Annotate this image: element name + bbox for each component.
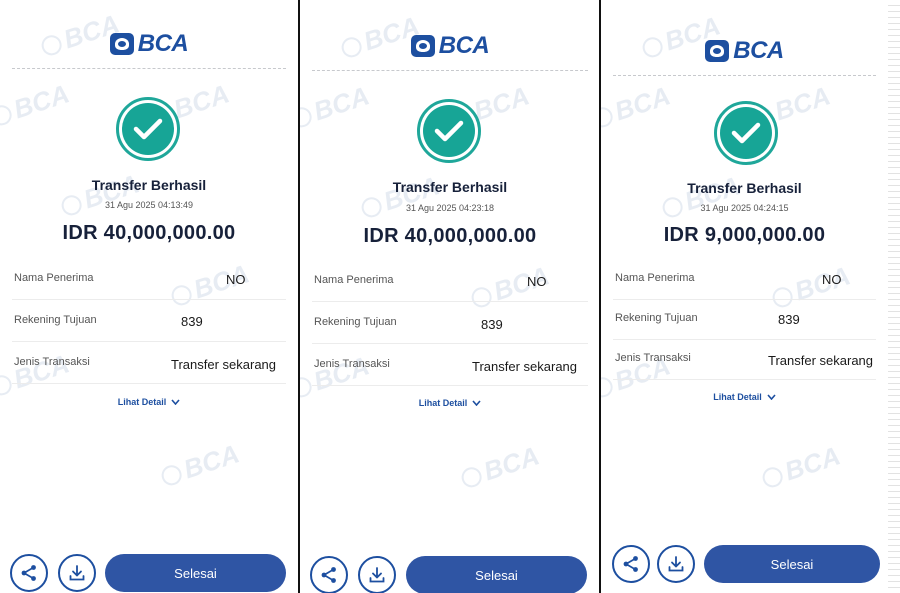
transfer-amount: IDR 9,000,000.00 — [663, 224, 826, 246]
watermark: BCA — [0, 78, 73, 132]
view-detail-link[interactable]: Lihat Detail — [0, 397, 298, 407]
page-edge — [888, 0, 900, 593]
status-title: Transfer Berhasil — [687, 180, 802, 196]
chevron-down-icon — [171, 399, 180, 405]
share-icon — [321, 567, 336, 583]
detail-row-recipient: Nama Penerima NO — [12, 260, 286, 300]
chevron-down-icon — [767, 394, 776, 400]
row-label: Nama Penerima — [14, 272, 94, 284]
transaction-timestamp: 31 Agu 2025 04:23:18 — [405, 203, 495, 213]
download-button[interactable] — [657, 545, 695, 583]
detail-row-account: Rekening Tujuan 839 — [613, 300, 876, 340]
row-label: Jenis Transaksi — [14, 356, 90, 368]
divider — [613, 75, 876, 76]
watermark: BCA — [157, 438, 243, 492]
divider — [12, 68, 286, 69]
row-value: NO — [822, 272, 842, 287]
row-value: NO — [527, 274, 547, 289]
share-button[interactable] — [612, 545, 650, 583]
download-icon — [369, 567, 385, 583]
share-button[interactable] — [310, 556, 348, 593]
success-check-icon — [116, 97, 180, 161]
row-value: 839 — [181, 314, 203, 329]
bca-logo: BCA — [300, 32, 600, 60]
detail-row-type: Jenis Transaksi Transfer sekarang — [613, 340, 876, 380]
row-label: Rekening Tujuan — [615, 312, 698, 324]
detail-row-recipient: Nama Penerima NO — [613, 260, 876, 300]
watermark: BCA — [758, 440, 844, 494]
status-title: Transfer Berhasil — [91, 177, 207, 193]
transaction-timestamp: 31 Agu 2025 04:13:49 — [104, 200, 194, 210]
row-label: Nama Penerima — [615, 272, 695, 284]
download-icon — [69, 565, 85, 581]
success-check-icon — [417, 99, 481, 163]
share-icon — [623, 556, 638, 572]
receipt-screen-1: BCA BCA BCA BCA BCA BCA BCA BCA Transfer… — [0, 0, 298, 593]
chevron-down-icon — [472, 400, 481, 406]
success-check-icon — [714, 101, 778, 165]
transaction-timestamp: 31 Agu 2025 04:24:15 — [700, 203, 789, 213]
transfer-amount: IDR 40,000,000.00 — [363, 225, 537, 247]
finish-button[interactable]: Selesai — [704, 545, 880, 583]
row-label: Jenis Transaksi — [615, 352, 691, 364]
download-icon — [668, 556, 684, 572]
bca-logo: BCA — [601, 37, 888, 65]
view-detail-link[interactable]: Lihat Detail — [601, 392, 888, 402]
row-value: 839 — [778, 312, 800, 327]
row-label: Nama Penerima — [314, 274, 394, 286]
watermark: BCA — [658, 170, 744, 224]
detail-row-type: Jenis Transaksi Transfer sekarang — [12, 344, 286, 384]
row-value: NO — [226, 272, 246, 287]
detail-row-account: Rekening Tujuan 839 — [12, 302, 286, 342]
detail-row-type: Jenis Transaksi Transfer sekarang — [312, 346, 588, 386]
row-label: Rekening Tujuan — [14, 314, 97, 326]
row-value: 839 — [481, 317, 503, 332]
bca-logo: BCA — [0, 30, 298, 58]
watermark: BCA — [601, 80, 674, 134]
share-button[interactable] — [10, 554, 48, 592]
finish-button[interactable]: Selesai — [406, 556, 587, 593]
row-label: Jenis Transaksi — [314, 358, 390, 370]
view-detail-link[interactable]: Lihat Detail — [300, 398, 600, 408]
row-value: Transfer sekarang — [768, 353, 874, 368]
download-button[interactable] — [358, 556, 396, 593]
watermark: BCA — [457, 440, 543, 494]
status-title: Transfer Berhasil — [392, 179, 508, 195]
share-icon — [21, 565, 36, 581]
finish-button[interactable]: Selesai — [105, 554, 286, 592]
divider — [312, 70, 588, 71]
receipt-screen-3: BCA BCA BCA BCA BCA BCA BCA BCA Transfer… — [601, 0, 888, 593]
detail-row-account: Rekening Tujuan 839 — [312, 304, 588, 344]
row-value: Transfer sekarang — [472, 359, 578, 374]
row-label: Rekening Tujuan — [314, 316, 397, 328]
download-button[interactable] — [58, 554, 96, 592]
transfer-amount: IDR 40,000,000.00 — [62, 222, 236, 244]
receipt-screen-2: BCA BCA BCA BCA BCA BCA BCA BCA Transfer… — [300, 0, 600, 593]
detail-row-recipient: Nama Penerima NO — [312, 262, 588, 302]
row-value: Transfer sekarang — [171, 357, 277, 372]
watermark: BCA — [300, 80, 373, 134]
